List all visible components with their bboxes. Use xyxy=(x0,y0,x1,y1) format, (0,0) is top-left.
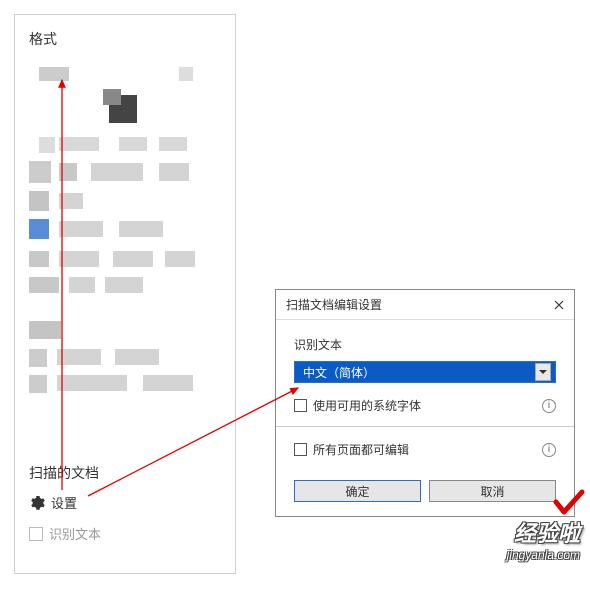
watermark: 经验啦 jingyanla.com xyxy=(507,516,580,562)
dialog-body: 识别文本 中文（简体） 使用可用的系统字体 i 所有页面都可编辑 i xyxy=(276,320,574,480)
recognize-text-label: 识别文本 xyxy=(49,524,101,543)
format-panel: 格式 扫描的文档 xyxy=(14,14,236,574)
settings-button[interactable]: 设置 xyxy=(29,493,221,512)
dialog-button-row: 确定 取消 xyxy=(276,480,574,516)
scanned-docs-title: 扫描的文档 xyxy=(29,463,221,483)
scan-settings-dialog: 扫描文档编辑设置 识别文本 中文（简体） 使用可用的系统字体 i 所有页面都可编… xyxy=(275,289,575,517)
divider xyxy=(276,426,574,427)
watermark-sub: jingyanla.com xyxy=(507,548,580,562)
gear-icon xyxy=(29,495,45,511)
all-pages-editable-label: 所有页面都可编辑 xyxy=(313,441,409,458)
dialog-titlebar: 扫描文档编辑设置 xyxy=(276,290,574,320)
close-button[interactable] xyxy=(552,298,566,312)
language-dropdown[interactable]: 中文（简体） xyxy=(294,361,556,383)
panel-title: 格式 xyxy=(29,29,221,49)
watermark-main: 经验啦 xyxy=(507,516,580,548)
ok-button[interactable]: 确定 xyxy=(294,480,421,502)
pixelated-content xyxy=(29,59,221,399)
language-selected-value: 中文（简体） xyxy=(303,364,375,381)
settings-label: 设置 xyxy=(51,493,77,512)
recognize-text-section-label: 识别文本 xyxy=(294,336,556,353)
dialog-title: 扫描文档编辑设置 xyxy=(286,296,382,313)
all-pages-editable-row[interactable]: 所有页面都可编辑 i xyxy=(294,441,556,458)
checkbox-icon[interactable] xyxy=(294,399,307,412)
cancel-button[interactable]: 取消 xyxy=(429,480,556,502)
recognize-text-checkbox-row[interactable]: 识别文本 xyxy=(29,524,221,543)
chevron-down-icon[interactable] xyxy=(535,363,551,381)
checkbox-icon[interactable] xyxy=(294,443,307,456)
info-icon[interactable]: i xyxy=(542,399,556,413)
use-system-font-label: 使用可用的系统字体 xyxy=(313,397,421,414)
use-system-font-row[interactable]: 使用可用的系统字体 i xyxy=(294,397,556,414)
checkbox-icon[interactable] xyxy=(29,527,43,541)
info-icon[interactable]: i xyxy=(542,443,556,457)
